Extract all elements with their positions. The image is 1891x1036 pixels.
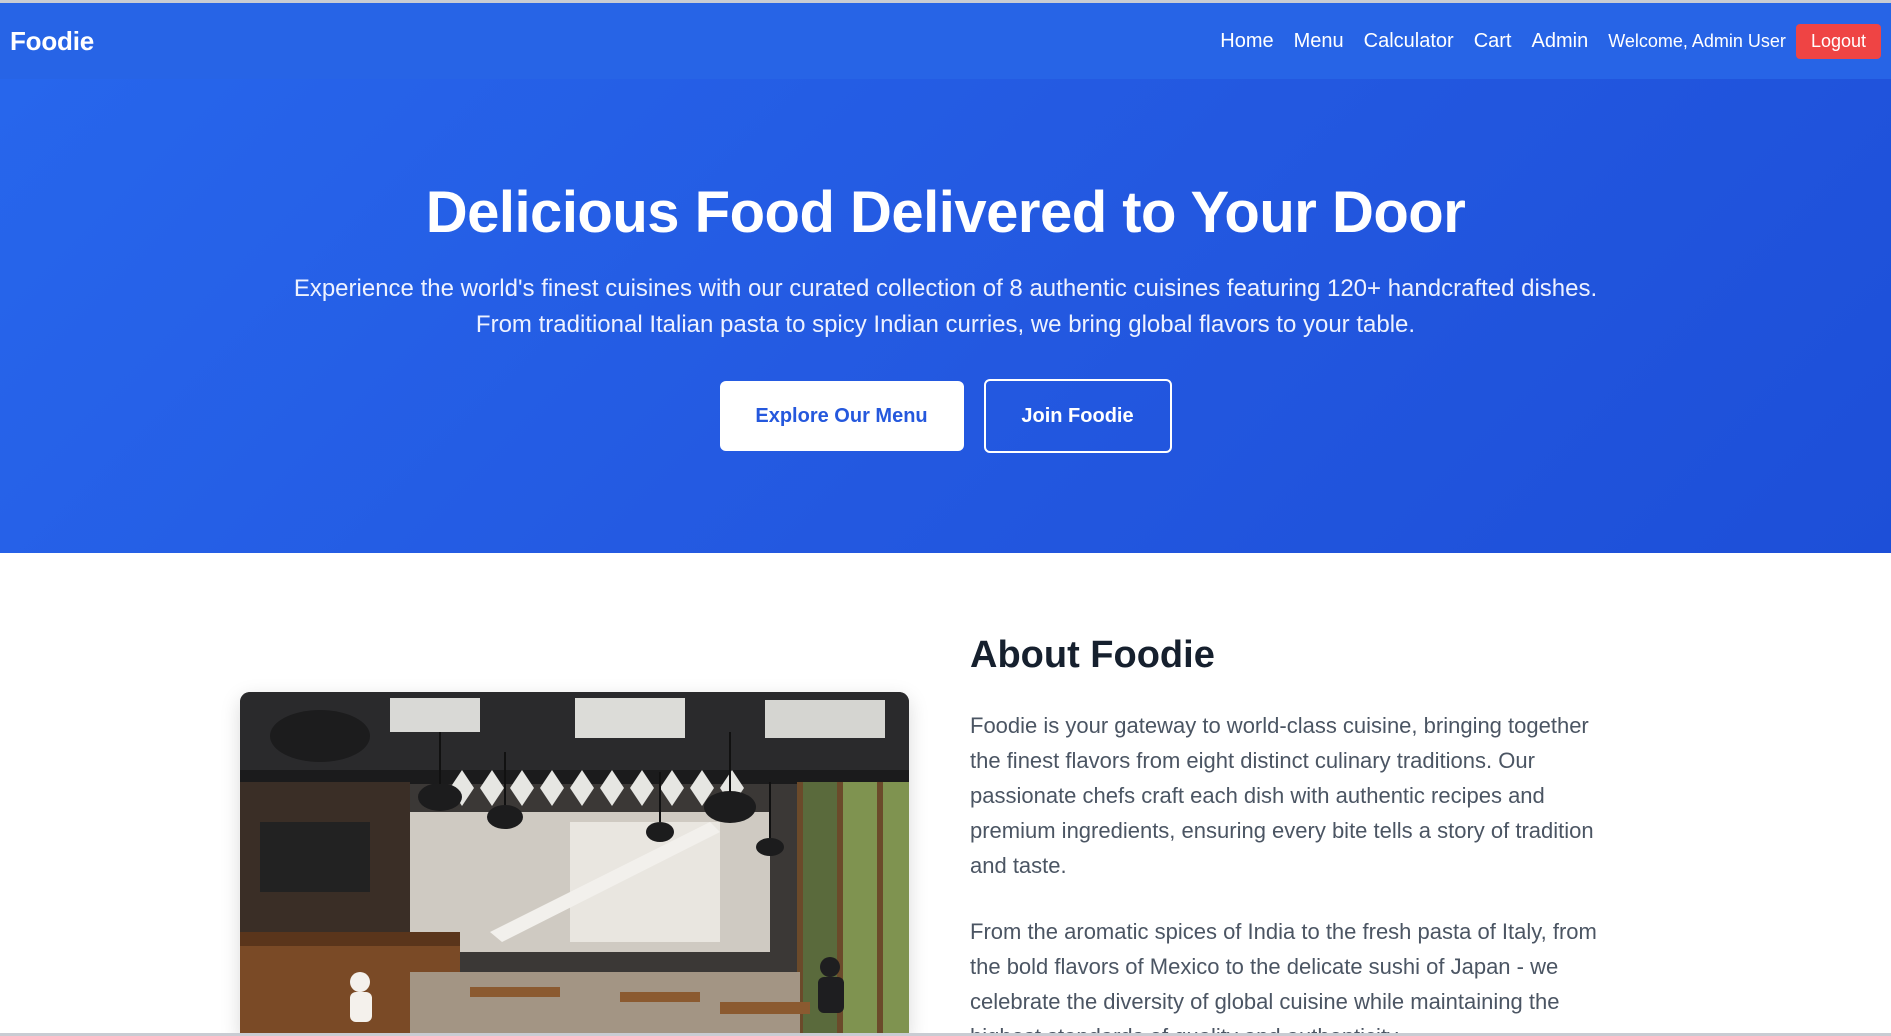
about-paragraph-1: Foodie is your gateway to world-class cu… <box>970 713 1594 878</box>
explore-menu-button[interactable]: Explore Our Menu <box>719 381 964 451</box>
hero-subtitle-line-2: From traditional Italian pasta to spicy … <box>475 311 1416 338</box>
hero-subtitle: Experience the world's finest cuisines w… <box>0 271 1891 343</box>
join-foodie-button[interactable]: Join Foodie <box>983 379 1172 453</box>
nav-link-calculator[interactable]: Calculator <box>1364 30 1454 53</box>
nav-link-admin[interactable]: Admin <box>1532 30 1589 53</box>
welcome-text: Welcome, Admin User <box>1608 30 1786 51</box>
nav-link-cart[interactable]: Cart <box>1474 30 1512 53</box>
about-paragraph-2: From the aromatic spices of India to the… <box>970 919 1597 1036</box>
about-title: About Foodie <box>970 634 1215 676</box>
hero-subtitle-line-1: Experience the world's finest cuisines w… <box>293 275 1598 302</box>
restaurant-interior-image <box>240 692 909 1036</box>
top-navbar: Foodie Home Menu Calculator Cart Admin W… <box>0 3 1891 79</box>
hero-buttons: Explore Our Menu Join Foodie <box>0 379 1891 453</box>
nav-link-home[interactable]: Home <box>1220 30 1273 53</box>
logout-button[interactable]: Logout <box>1795 23 1881 59</box>
nav-links: Home Menu Calculator Cart Admin Welcome,… <box>1200 23 1881 59</box>
hero-title: Delicious Food Delivered to Your Door <box>425 180 1466 245</box>
hero-section: Delicious Food Delivered to Your Door Ex… <box>0 79 1891 553</box>
brand-logo[interactable]: Foodie <box>10 26 94 57</box>
nav-link-menu[interactable]: Menu <box>1294 30 1344 53</box>
